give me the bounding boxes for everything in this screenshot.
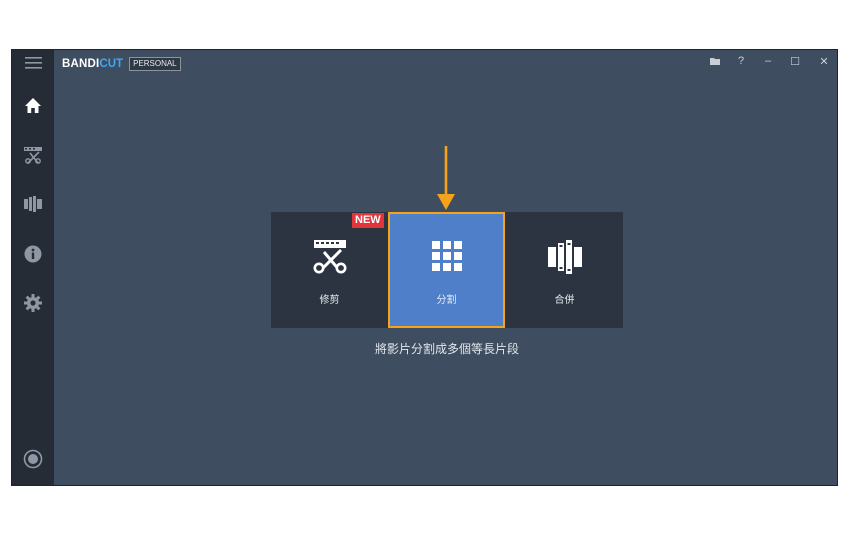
folder-icon <box>709 57 720 65</box>
film-strips-icon <box>24 196 42 212</box>
grid-split-icon <box>431 241 462 271</box>
mode-split[interactable]: 分割 <box>388 212 505 328</box>
edition-badge: PERSONAL <box>129 57 181 71</box>
gear-icon <box>24 294 42 312</box>
help-button[interactable]: ? <box>730 54 752 68</box>
sidebar-item-info[interactable] <box>12 239 54 269</box>
mode-trim[interactable]: 修剪 NEW <box>271 212 388 328</box>
sidebar-item-cut[interactable] <box>12 140 54 170</box>
home-icon <box>25 97 41 113</box>
menu-button[interactable] <box>12 50 54 76</box>
new-badge: NEW <box>352 213 384 228</box>
sidebar-item-settings[interactable] <box>12 288 54 318</box>
scissors-film-icon <box>313 240 346 274</box>
sidebar-item-record[interactable] <box>12 444 54 474</box>
sidebar-item-home[interactable] <box>12 90 54 120</box>
brand-name-accent: CUT <box>99 58 124 70</box>
mode-description: 將影片分割成多個等長片段 <box>374 342 519 356</box>
brand-name: BANDI <box>62 58 100 70</box>
scissors-film-icon <box>24 147 42 164</box>
film-join-icon <box>547 240 582 274</box>
info-icon <box>24 245 42 263</box>
mode-split-label: 分割 <box>436 295 457 306</box>
close-button[interactable]: ✕ <box>813 54 835 68</box>
sidebar <box>12 50 54 485</box>
record-icon <box>23 449 43 469</box>
bandicut-window: BANDI CUT PERSONAL ? – ☐ ✕ 修剪 NEW 分割 合併 … <box>11 49 838 486</box>
mode-trim-label: 修剪 <box>319 295 340 306</box>
app-logo: BANDI CUT PERSONAL <box>62 57 181 71</box>
mode-join[interactable]: 合併 <box>506 212 623 328</box>
down-arrow-icon <box>437 146 455 210</box>
sidebar-item-join[interactable] <box>12 189 54 219</box>
open-folder-button[interactable] <box>704 54 726 68</box>
mode-join-label: 合併 <box>554 295 575 306</box>
minimize-button[interactable]: – <box>757 54 779 68</box>
hamburger-icon <box>24 57 42 69</box>
mode-panel: 修剪 NEW 分割 合併 <box>271 212 623 328</box>
maximize-button[interactable]: ☐ <box>784 54 806 68</box>
